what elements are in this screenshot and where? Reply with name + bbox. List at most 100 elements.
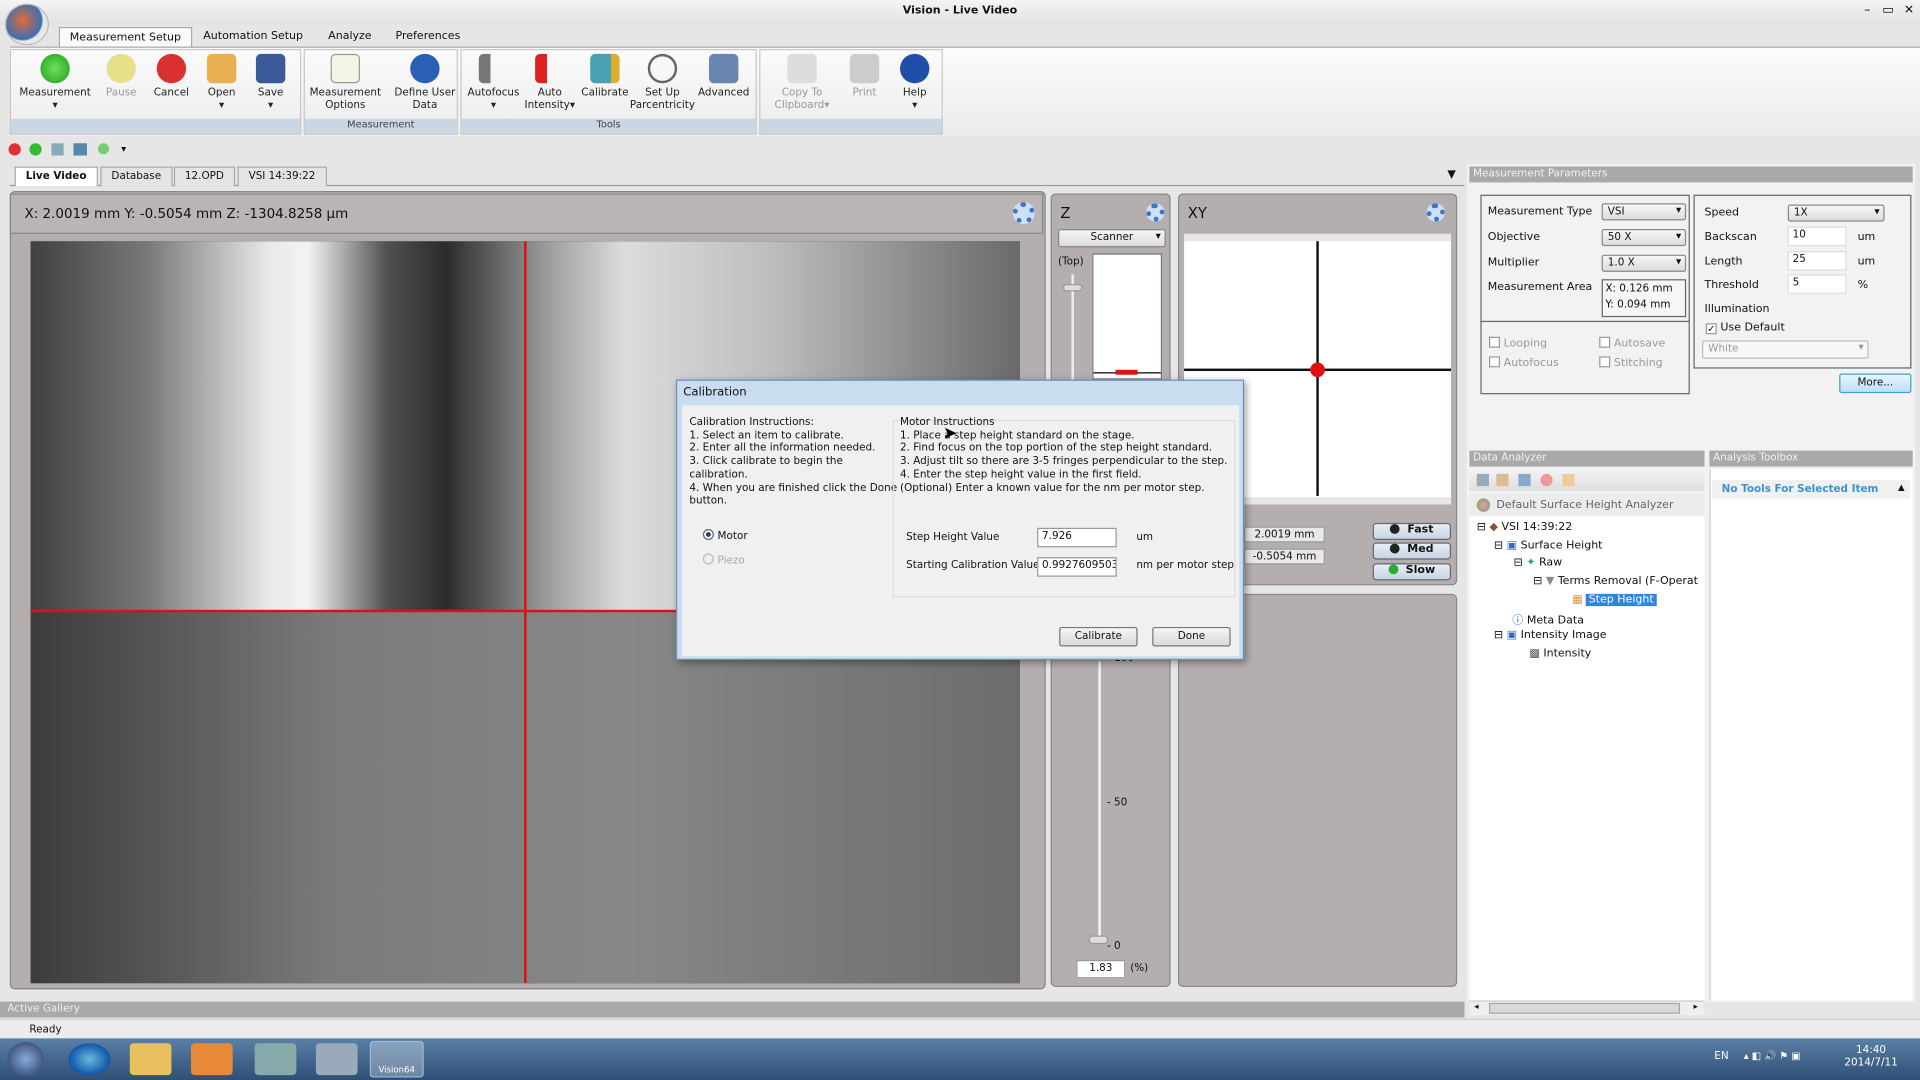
looping-checkbox[interactable]: Looping — [1488, 336, 1547, 350]
app-taskbar-icon-1[interactable] — [254, 1043, 297, 1076]
advanced-button[interactable]: Advanced — [696, 53, 752, 99]
z-scan-slider-track — [1098, 661, 1101, 943]
language-indicator[interactable]: EN — [1714, 1051, 1728, 1063]
doc-tab-vsi[interactable]: VSI 14:39:22 — [237, 166, 327, 187]
auto-intensity-button[interactable]: Auto Intensity▾ — [519, 53, 580, 112]
open-button[interactable]: Open ▾ — [201, 53, 243, 112]
multiplier-select[interactable]: 1.0 X — [1601, 254, 1687, 272]
tab-preferences[interactable]: Preferences — [386, 27, 470, 47]
tab-automation-setup[interactable]: Automation Setup — [193, 27, 312, 47]
motor-radio[interactable]: Motor — [702, 528, 748, 542]
z-scan-slider-thumb[interactable] — [1088, 935, 1109, 945]
starting-calibration-input[interactable]: 0.99276095036 — [1037, 557, 1117, 577]
tab-list-chevron-icon[interactable]: ▼ — [1447, 169, 1455, 181]
piezo-radio[interactable]: Piezo — [702, 553, 745, 567]
measurement-options-button[interactable]: Measurement Options — [306, 53, 384, 112]
z-percent-field[interactable]: 1.83 — [1076, 960, 1126, 979]
help-button[interactable]: Help ▾ — [894, 53, 936, 112]
tree-node-step-height[interactable]: ▦ Step Height — [1572, 593, 1657, 607]
tree-node-vsi[interactable]: ⊟ ◆ VSI 14:39:22 — [1477, 522, 1573, 534]
link-icon[interactable] — [1518, 473, 1531, 487]
z-top-slider-thumb[interactable] — [1062, 284, 1083, 292]
threshold-input[interactable]: 5 — [1787, 274, 1847, 294]
speed-slow-button[interactable]: Slow — [1372, 563, 1452, 581]
tree-node-surface-height[interactable]: ⊟ ▣ Surface Height — [1494, 540, 1603, 552]
z-percent-unit: (%) — [1130, 962, 1149, 975]
app-logo[interactable] — [4, 3, 49, 46]
z-position-indicator — [1092, 253, 1163, 380]
z-panel-title: Z — [1060, 204, 1071, 222]
print-button[interactable]: Print — [845, 53, 884, 99]
doc-tab-database[interactable]: Database — [100, 166, 173, 187]
folder-icon[interactable] — [1496, 473, 1509, 487]
dialog-title: Calibration — [683, 385, 747, 400]
length-input[interactable]: 25 — [1787, 251, 1847, 271]
explorer-taskbar-icon[interactable] — [129, 1043, 172, 1076]
measurement-button[interactable]: Measurement ▾ — [17, 53, 93, 112]
z-gear-icon[interactable] — [1146, 203, 1165, 222]
cancel-button[interactable]: Cancel — [149, 53, 193, 99]
calibrate-button[interactable]: Calibrate — [578, 53, 632, 99]
clock[interactable]: 14:40 2014/7/11 — [1837, 1044, 1906, 1068]
speed-fast-button[interactable]: Fast — [1372, 522, 1452, 541]
tab-analyze[interactable]: Analyze — [318, 27, 381, 47]
tray-icons[interactable]: ▴ ◧ 🔊 ⚑ ▣ — [1744, 1051, 1801, 1062]
use-default-checkbox[interactable]: ✓ Use Default — [1705, 322, 1785, 335]
backscan-input[interactable]: 10 — [1787, 226, 1847, 247]
ie-taskbar-icon[interactable] — [68, 1043, 111, 1076]
status-bar: Ready — [0, 1018, 1920, 1039]
tree-node-meta-data[interactable]: ⓘ Meta Data — [1512, 611, 1584, 627]
restore-button[interactable]: ▭ — [1880, 4, 1897, 17]
define-user-data-button[interactable]: Define User Data — [392, 53, 458, 112]
tree-node-terms-removal[interactable]: ⊟ ▼ Terms Removal (F-Operat — [1533, 576, 1698, 588]
settings-quick-icon[interactable] — [51, 143, 64, 156]
new-icon[interactable] — [1476, 473, 1489, 487]
done-button[interactable]: Done — [1152, 626, 1231, 647]
divider — [1480, 320, 1690, 323]
z-mode-select[interactable]: Scanner — [1057, 228, 1166, 248]
speed-select[interactable]: 1X — [1787, 204, 1885, 222]
speed-med-button[interactable]: Med — [1372, 542, 1452, 560]
minimize-button[interactable]: – — [1859, 4, 1876, 17]
copy-to-clipboard-button[interactable]: Copy To Clipboard▾ — [767, 53, 838, 112]
calibrate-dialog-button[interactable]: Calibrate — [1059, 626, 1138, 647]
tab-measurement-setup[interactable]: Measurement Setup — [58, 26, 193, 47]
calibrate-icon — [590, 53, 620, 84]
xy-gear-icon[interactable] — [1426, 203, 1445, 222]
save-button[interactable]: Save ▾ — [250, 53, 292, 112]
refresh-icon[interactable] — [1540, 473, 1553, 487]
autosave-checkbox[interactable]: Autosave — [1599, 336, 1665, 350]
collapse-chevron-icon[interactable]: ▲ — [1898, 482, 1905, 492]
start-button[interactable] — [7, 1042, 45, 1077]
doc-tab-opd[interactable]: 12.OPD — [173, 166, 235, 187]
gear-icon[interactable] — [1012, 202, 1035, 225]
measurement-type-select[interactable]: VSI — [1601, 203, 1687, 221]
close-button[interactable]: ✕ — [1900, 4, 1917, 17]
vision-taskbar-button[interactable]: Vision64 — [369, 1040, 424, 1078]
objective-select[interactable]: 50 X — [1601, 228, 1687, 247]
autofocus-checkbox[interactable]: Autofocus — [1488, 356, 1559, 370]
step-height-input[interactable]: 7.926 — [1037, 527, 1117, 548]
tree-horizontal-scrollbar[interactable]: ◂ ▸ — [1469, 1000, 1705, 1016]
tree-node-intensity-image[interactable]: ⊟ ▣ Intensity Image — [1494, 629, 1607, 641]
save-quick-icon[interactable] — [73, 143, 87, 156]
stop-quick-icon[interactable] — [8, 143, 21, 156]
tree-node-raw[interactable]: ⊟ ✦ Raw — [1513, 557, 1562, 569]
more-button[interactable]: More... — [1839, 373, 1912, 394]
tree-node-intensity[interactable]: ▩ Intensity — [1529, 648, 1591, 660]
status-quick-icon[interactable] — [97, 143, 109, 155]
app-taskbar-icon-2[interactable] — [315, 1043, 358, 1076]
run-quick-icon[interactable] — [29, 143, 42, 156]
objective-label: Objective — [1487, 231, 1541, 244]
set-up-parcentricity-button[interactable]: Set Up Parcentricity — [627, 53, 698, 112]
media-player-taskbar-icon[interactable] — [191, 1043, 233, 1076]
active-gallery-bar[interactable]: Active Gallery — [0, 1001, 1465, 1018]
doc-tab-live-video[interactable]: Live Video — [14, 166, 98, 187]
illumination-color-select[interactable]: White — [1702, 340, 1869, 359]
pause-button[interactable]: Pause — [100, 53, 142, 99]
stitching-checkbox[interactable]: Stitching — [1599, 356, 1663, 370]
autofocus-button[interactable]: Autofocus ▾ — [463, 53, 524, 112]
edit-icon[interactable] — [1562, 473, 1575, 487]
default-analyzer[interactable]: Default Surface Height Analyzer — [1469, 493, 1705, 516]
customize-quick-icon[interactable]: ▾ — [121, 143, 126, 160]
